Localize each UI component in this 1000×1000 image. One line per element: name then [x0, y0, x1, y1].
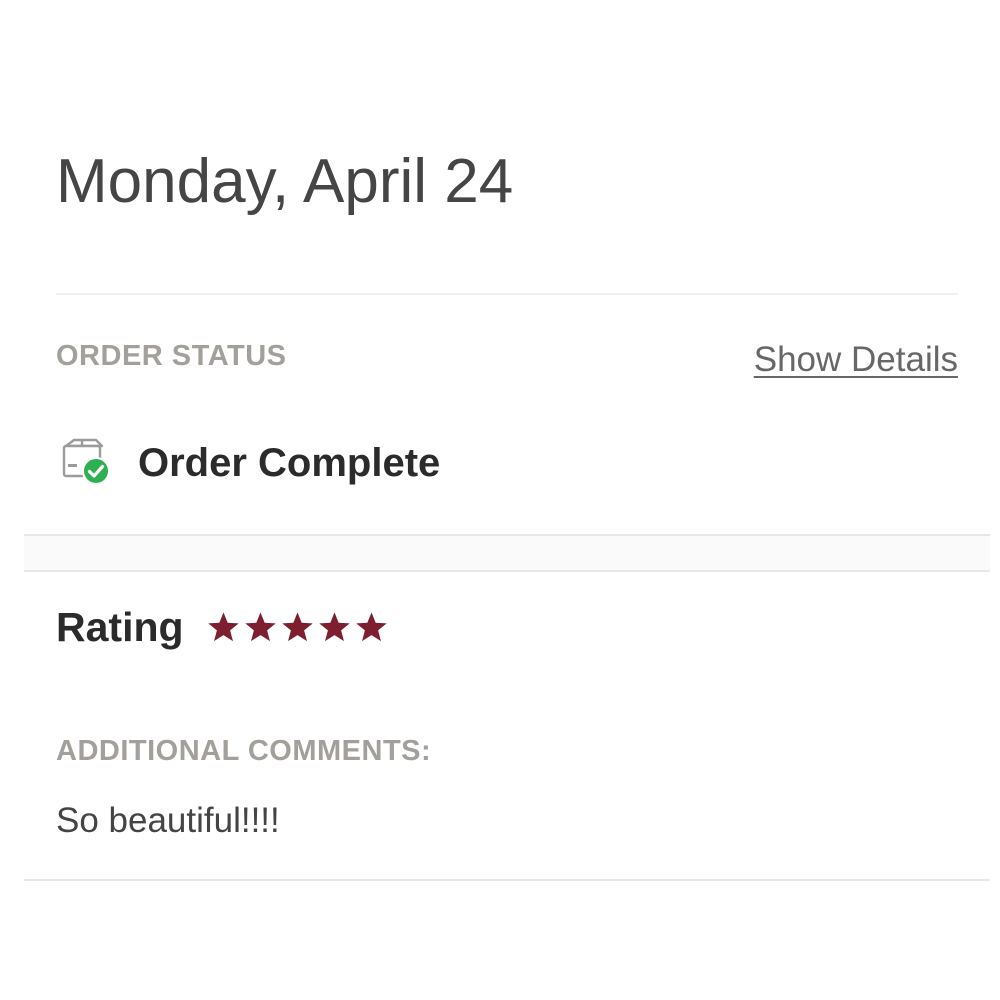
order-date-title: Monday, April 24: [56, 147, 514, 216]
section-divider: [24, 534, 990, 572]
comment-text: So beautiful!!!!: [56, 801, 280, 840]
star-icon: [206, 611, 241, 644]
additional-comments-label: ADDITIONAL COMMENTS:: [56, 735, 432, 767]
star-icon: [317, 611, 352, 644]
star-icon: [280, 611, 315, 644]
order-status-text: Order Complete: [138, 441, 441, 485]
package-check-icon: [60, 438, 112, 488]
rating-label: Rating: [56, 604, 184, 650]
order-status-row: Order Complete: [60, 436, 440, 490]
rating-row: Rating: [56, 602, 389, 652]
star-icon: [243, 611, 278, 644]
divider: [24, 879, 990, 881]
star-icon: [354, 611, 389, 644]
show-details-link[interactable]: Show Details: [754, 340, 958, 380]
divider: [56, 293, 958, 295]
star-rating: [206, 611, 389, 644]
order-status-label: ORDER STATUS: [56, 340, 287, 372]
